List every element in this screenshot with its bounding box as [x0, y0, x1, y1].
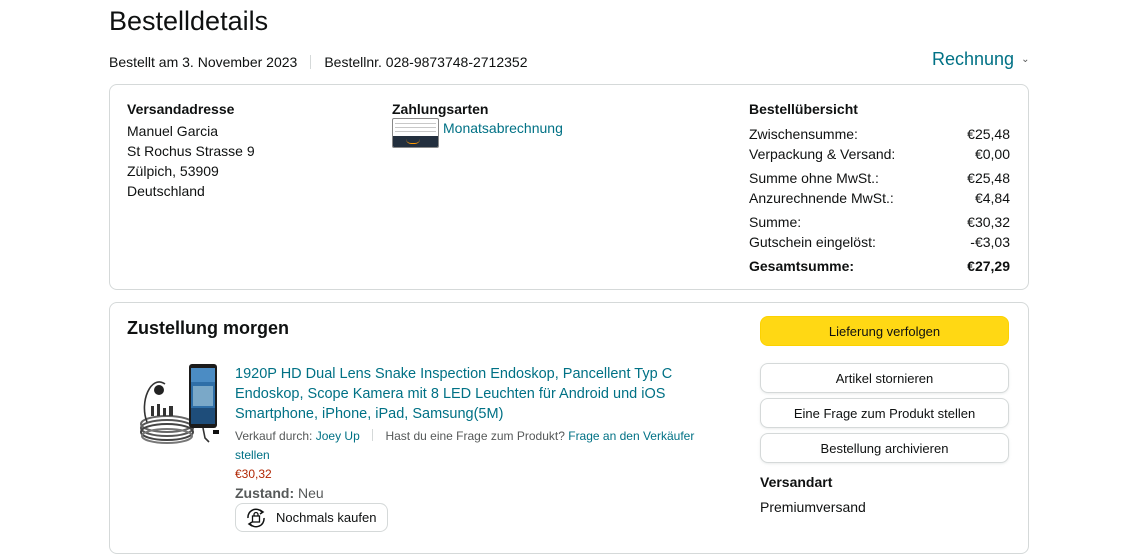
ask-product-question-label: Eine Frage zum Produkt stellen [793, 405, 976, 421]
summary-value: €0,00 [974, 146, 1010, 162]
product-price: €30,32 [235, 467, 272, 481]
buy-again-button[interactable]: Nochmals kaufen [235, 503, 388, 532]
shipping-type-label: Versandart [760, 474, 833, 490]
buy-again-icon [247, 508, 265, 527]
summary-label: Summe ohne MwSt.: [749, 170, 879, 186]
product-image[interactable] [139, 362, 221, 452]
cancel-item-label: Artikel stornieren [835, 370, 934, 386]
condition-value: Neu [298, 485, 324, 501]
divider [372, 429, 374, 441]
summary-value: -€3,03 [970, 234, 1010, 250]
payment-heading: Zahlungsarten [392, 101, 489, 117]
page-title: Bestelldetails [109, 6, 269, 36]
summary-value: €25,48 [967, 170, 1010, 186]
summary-row: Summe: €30,32 [749, 212, 1010, 232]
summary-label: Summe: [749, 214, 802, 230]
divider [310, 55, 312, 69]
invoice-dropdown[interactable]: Rechnung ⌄ [932, 49, 1029, 70]
product-title-link[interactable]: 1920P HD Dual Lens Snake Inspection Endo… [235, 364, 735, 424]
shipping-address: Versandadresse Manuel Garcia St Rochus S… [127, 101, 255, 201]
track-package-label: Lieferung verfolgen [828, 323, 941, 339]
product-condition: Zustand: Neu [235, 485, 324, 501]
payment-method-link[interactable]: Monatsabrechnung [443, 118, 563, 138]
summary-label: Anzurechnende MwSt.: [749, 190, 894, 206]
summary-total-row: Gesamtsumme: €27,29 [749, 256, 1010, 276]
seller-info: Verkauf durch: Joey Up Hast du eine Frag… [235, 427, 725, 465]
summary-row: Summe ohne MwSt.: €25,48 [749, 168, 1010, 188]
payment-method: Monatsabrechnung [392, 118, 563, 148]
cancel-item-button[interactable]: Artikel stornieren [760, 363, 1009, 393]
summary-value: €4,84 [974, 190, 1010, 206]
summary-row: Anzurechnende MwSt.: €4,84 [749, 188, 1010, 208]
address-line: Zülpich, 53909 [127, 163, 219, 179]
address-line: St Rochus Strasse 9 [127, 143, 255, 159]
condition-label: Zustand: [235, 485, 295, 501]
summary-label: Verpackung & Versand: [749, 146, 896, 162]
seller-link[interactable]: Joey Up [316, 429, 360, 443]
ask-product-question-button[interactable]: Eine Frage zum Produkt stellen [760, 398, 1009, 428]
chevron-down-icon: ⌄ [1021, 54, 1030, 65]
summary-label: Gesamtsumme: [749, 258, 855, 274]
shipping-type: Versandart Premiumversand [760, 473, 866, 517]
track-package-button[interactable]: Lieferung verfolgen [760, 316, 1009, 346]
order-meta: Bestellt am 3. November 2023 Bestellnr. … [109, 54, 528, 70]
delivery-status-heading: Zustellung morgen [127, 318, 289, 338]
summary-label: Zwischensumme: [749, 126, 858, 142]
shipping-address-heading: Versandadresse [127, 101, 235, 117]
summary-value: €30,32 [967, 214, 1010, 230]
invoice-label: Rechnung [932, 49, 1015, 69]
buy-again-label: Nochmals kaufen [276, 510, 377, 525]
question-label: Hast du eine Frage zum Produkt? [385, 429, 565, 443]
summary-row: Verpackung & Versand: €0,00 [749, 144, 1010, 164]
sold-by-label: Verkauf durch: [235, 429, 313, 443]
order-date: Bestellt am 3. November 2023 [109, 54, 298, 70]
order-summary: Bestellübersicht Zwischensumme: €25,48 Ve… [749, 101, 1010, 276]
amazon-card-icon [392, 118, 439, 148]
archive-order-button[interactable]: Bestellung archivieren [760, 433, 1009, 463]
address-line: Manuel Garcia [127, 123, 219, 139]
summary-label: Gutschein eingelöst: [749, 234, 876, 250]
summary-total-value: €27,29 [967, 258, 1010, 274]
address-line: Deutschland [127, 183, 205, 199]
shipping-type-value: Premiumversand [760, 499, 866, 515]
summary-row: Gutschein eingelöst: -€3,03 [749, 232, 1010, 252]
summary-row: Zwischensumme: €25,48 [749, 124, 1010, 144]
summary-heading: Bestellübersicht [749, 101, 858, 117]
order-number: Bestellnr. 028-9873748-2712352 [324, 54, 528, 70]
summary-value: €25,48 [967, 126, 1010, 142]
archive-order-label: Bestellung archivieren [820, 440, 949, 456]
